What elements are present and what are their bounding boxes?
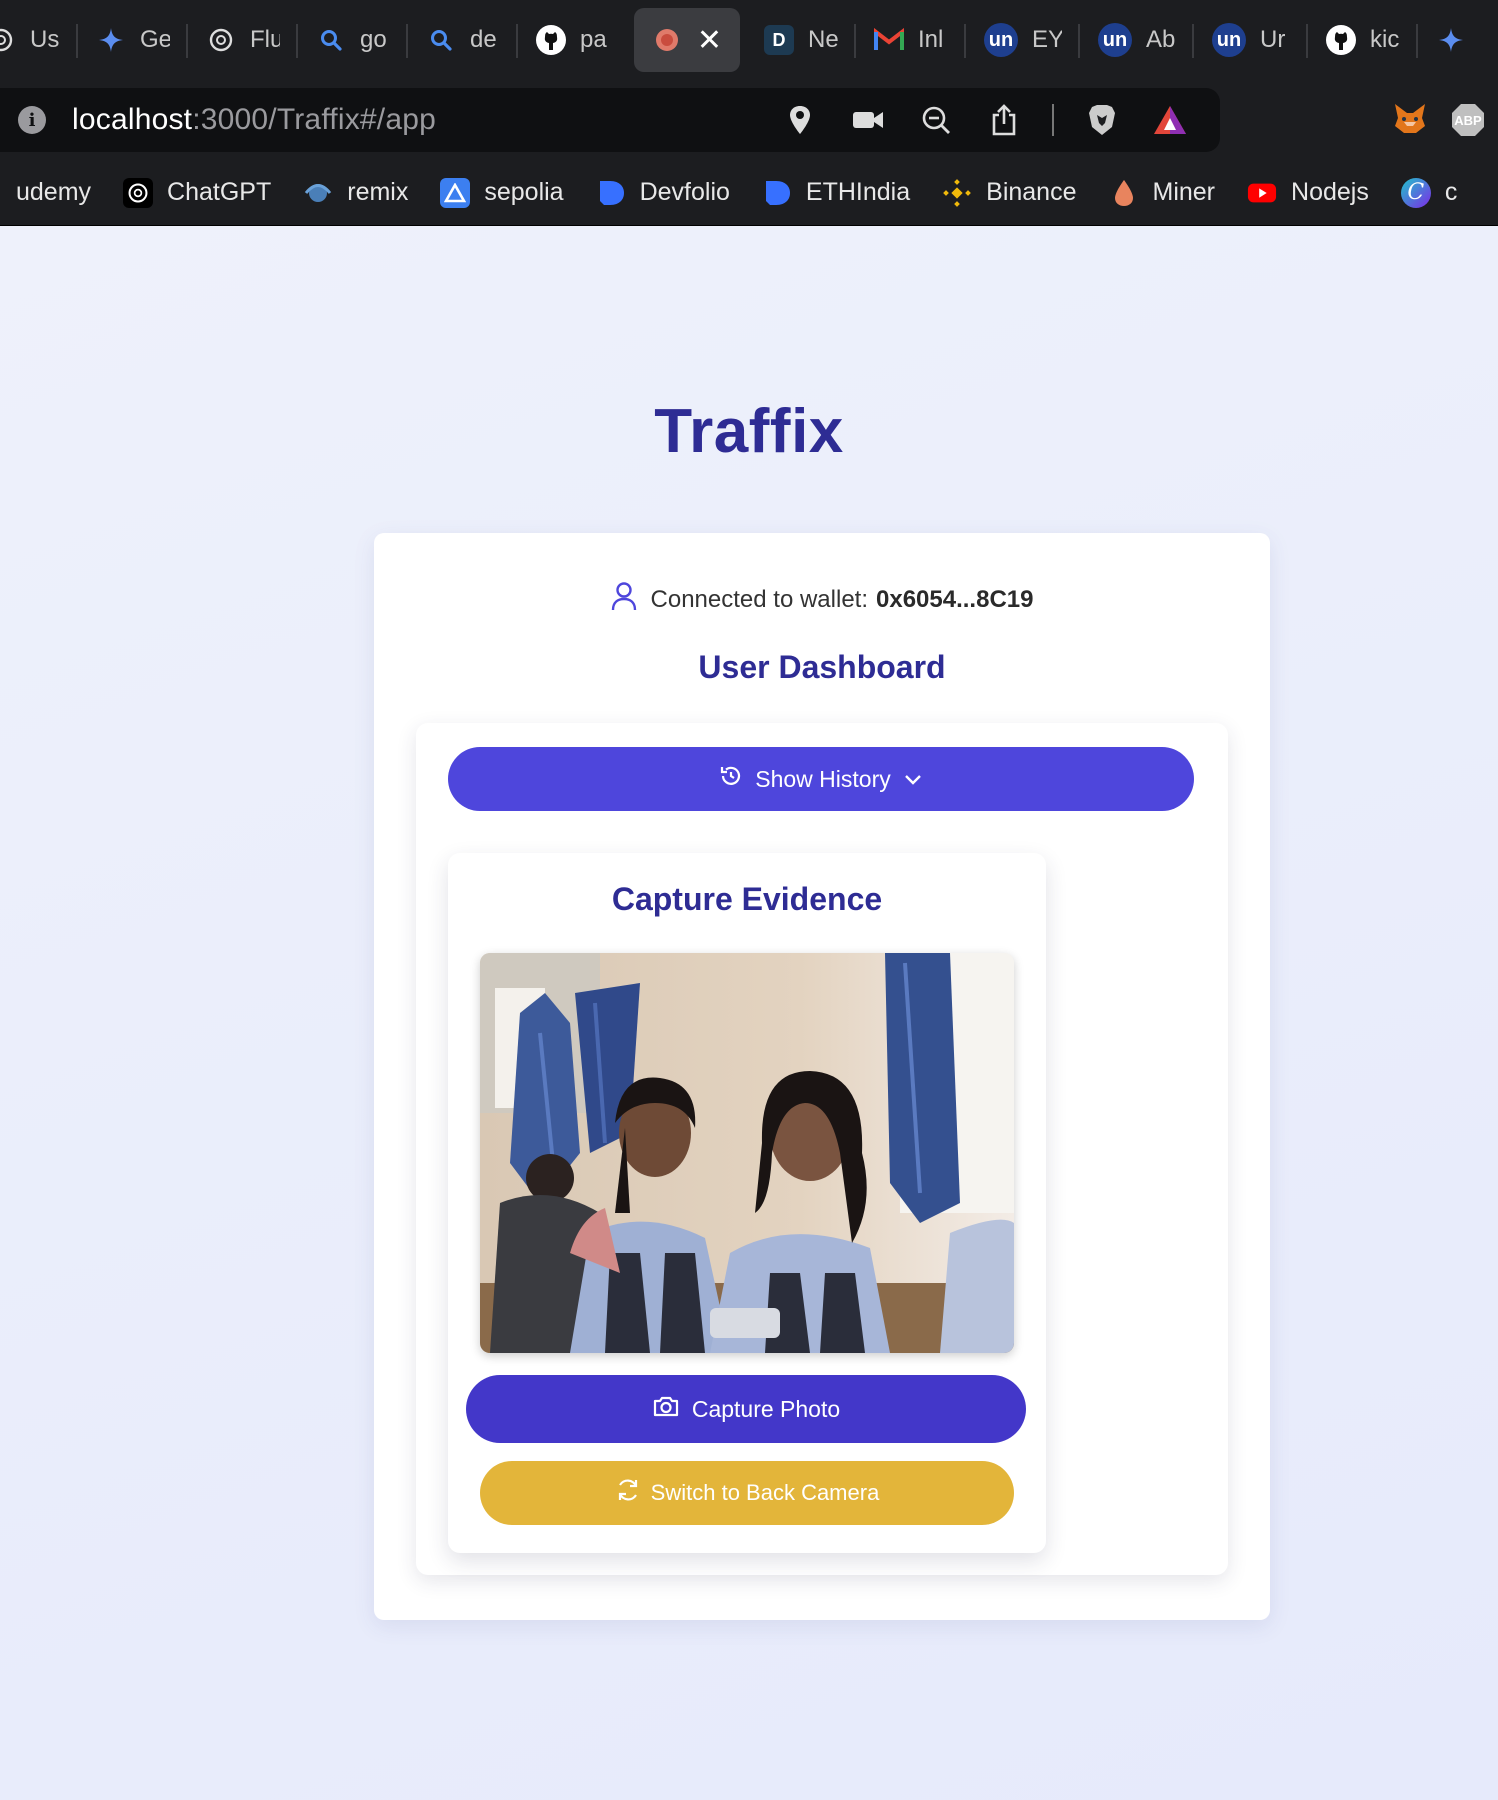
browser-tab[interactable]: Flu <box>188 8 298 72</box>
camera-preview <box>480 953 1014 1353</box>
camera-in-use-icon[interactable] <box>848 100 888 140</box>
location-icon[interactable] <box>780 100 820 140</box>
chevron-down-icon <box>903 766 923 793</box>
browser-tab[interactable]: Ge <box>78 8 188 72</box>
capture-evidence-title: Capture Evidence <box>611 881 883 917</box>
svg-text:ABP: ABP <box>1454 113 1482 128</box>
github-icon <box>1326 25 1356 55</box>
bookmark-canva[interactable]: C c <box>1385 177 1474 208</box>
binance-icon <box>942 178 972 208</box>
dashboard-title: User Dashboard <box>698 649 946 685</box>
browser-tab-active[interactable]: ✕ <box>634 8 740 72</box>
bookmarks-bar: udemy ChatGPT remix sepolia Devfolio ETH… <box>0 160 1498 226</box>
browser-tab[interactable]: un EY <box>966 8 1080 72</box>
share-icon[interactable] <box>984 100 1024 140</box>
browser-tab[interactable]: Inl <box>856 8 966 72</box>
bookmark-sepolia[interactable]: sepolia <box>424 177 579 208</box>
browser-tab[interactable]: pa <box>518 8 628 72</box>
camera-icon <box>652 1395 680 1423</box>
browser-tab[interactable]: Us <box>0 8 78 72</box>
openai-icon <box>0 25 16 55</box>
show-history-button[interactable]: Show History <box>448 747 1194 811</box>
bookmark-devfolio[interactable]: Devfolio <box>580 178 746 208</box>
browser-tab[interactable]: kic <box>1308 8 1418 72</box>
refresh-icon <box>615 1477 641 1509</box>
youtube-icon <box>1247 178 1277 208</box>
search-icon <box>426 25 456 55</box>
record-icon <box>652 25 682 55</box>
remix-icon <box>303 178 333 208</box>
site-info-icon[interactable]: i <box>18 106 46 134</box>
bookmark-remix[interactable]: remix <box>287 178 424 208</box>
bookmark-nodejs[interactable]: Nodejs <box>1231 178 1385 208</box>
close-tab-icon[interactable]: ✕ <box>697 23 722 58</box>
browser-tab[interactable]: go <box>298 8 408 72</box>
brave-rewards-icon[interactable] <box>1150 100 1190 140</box>
sepolia-icon <box>440 177 471 208</box>
address-bar[interactable]: i localhost:3000/Traffix#/app <box>0 88 1220 152</box>
devfolio-icon <box>596 178 626 208</box>
canva-icon: C <box>1400 177 1431 208</box>
app-page: Traffix Connected to wallet: 0x6054...8C… <box>0 226 1498 1800</box>
wallet-label: Connected to wallet: <box>650 585 868 613</box>
history-icon <box>719 764 743 794</box>
bookmark-miner[interactable]: Miner <box>1093 178 1232 208</box>
browser-tab[interactable] <box>1418 8 1484 72</box>
drop-icon <box>1109 178 1139 208</box>
capture-photo-label: Capture Photo <box>691 1395 841 1422</box>
bookmark-chatgpt[interactable]: ChatGPT <box>107 177 287 208</box>
devfolio-icon <box>762 178 792 208</box>
unstop-icon: un <box>984 23 1018 57</box>
show-history-label: Show History <box>755 765 891 792</box>
openai-icon <box>206 25 236 55</box>
main-card: Connected to wallet: 0x6054...8C19 User … <box>374 533 1270 1620</box>
zoom-out-icon[interactable] <box>916 100 956 140</box>
browser-tab[interactable]: un Ab <box>1080 8 1194 72</box>
wallet-address: 0x6054...8C19 <box>876 585 1034 613</box>
user-icon <box>611 581 637 618</box>
gmail-icon <box>874 25 904 55</box>
github-icon <box>536 25 566 55</box>
gemini-icon <box>96 25 126 55</box>
metamask-icon[interactable] <box>1392 102 1428 143</box>
search-icon <box>316 25 346 55</box>
browser-tab[interactable]: de <box>408 8 518 72</box>
bookmark-binance[interactable]: Binance <box>926 178 1092 208</box>
bookmark-udemy[interactable]: udemy <box>0 178 107 207</box>
switch-camera-button[interactable]: Switch to Back Camera <box>480 1461 1014 1525</box>
unstop-icon: un <box>1212 23 1246 57</box>
tab-strip: Us Ge Flu go de pa ✕ D Ne Inl un EY un A… <box>0 0 1498 80</box>
brave-shields-icon[interactable] <box>1082 100 1122 140</box>
unstop-icon: un <box>1098 23 1132 57</box>
d-icon: D <box>764 25 794 55</box>
openai-icon <box>123 177 154 208</box>
switch-camera-label: Switch to Back Camera <box>650 1480 880 1505</box>
browser-tab[interactable]: D Ne <box>746 8 856 72</box>
url-text[interactable]: localhost:3000/Traffix#/app <box>72 103 436 137</box>
wallet-status: Connected to wallet: 0x6054...8C19 <box>374 581 1270 618</box>
capture-photo-button[interactable]: Capture Photo <box>466 1375 1026 1443</box>
toolbar: i localhost:3000/Traffix#/app ABP <box>0 80 1498 160</box>
capture-evidence-panel: Capture Evidence Capture Photo Switch to… <box>448 853 1046 1553</box>
divider <box>1052 104 1054 136</box>
dashboard-panel: Show History Capture Evidence Capture Ph… <box>416 723 1228 1575</box>
app-title: Traffix <box>654 397 844 466</box>
gemini-icon <box>1436 25 1466 55</box>
browser-tab[interactable]: un Ur <box>1194 8 1308 72</box>
adblock-plus-icon[interactable]: ABP <box>1450 102 1486 143</box>
bookmark-ethindia[interactable]: ETHIndia <box>746 178 926 208</box>
